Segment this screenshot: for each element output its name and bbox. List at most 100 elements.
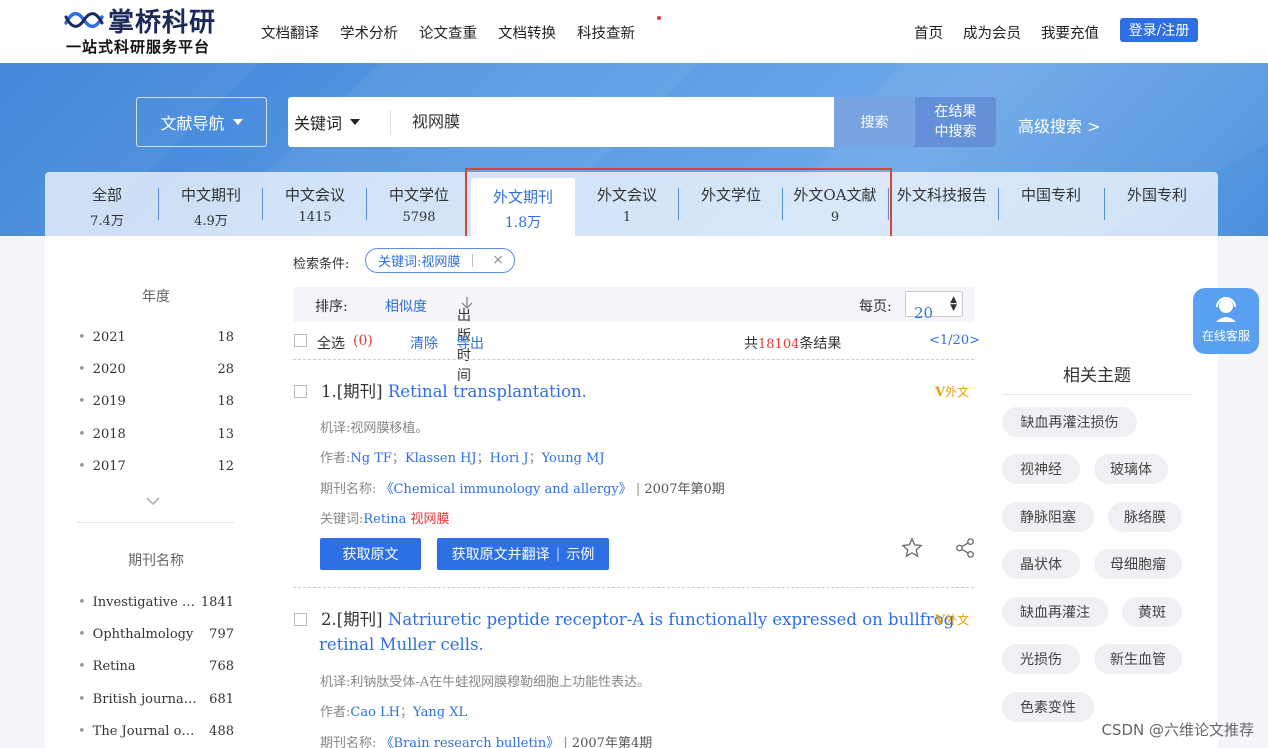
year-filter-item[interactable]: • 2020 28 xyxy=(78,362,234,377)
year-filter-item[interactable]: • 2018 13 xyxy=(78,427,234,442)
journal-link[interactable]: 《Chemical immunology and allergy》 xyxy=(381,482,632,497)
total-suffix: 条结果 xyxy=(799,336,842,352)
literature-nav-button[interactable]: 文献导航 xyxy=(136,97,267,147)
result-title[interactable]: 1.[期刊] Retinal transplantation. xyxy=(321,379,587,404)
result-title-link[interactable]: retinal Muller cells. xyxy=(319,635,484,654)
sort-relevance[interactable]: 相似度 xyxy=(385,296,427,316)
online-service-button[interactable]: 在线客服 xyxy=(1193,288,1259,354)
topic-tag[interactable]: 静脉阻塞 xyxy=(1002,502,1094,532)
result-checkbox[interactable] xyxy=(294,385,307,398)
right-nav: 首页 成为会员 我要充值 xyxy=(914,22,1119,43)
journal-filter-item[interactable]: • Investigative … 1841 xyxy=(78,595,234,610)
pagination[interactable]: <1/20> xyxy=(929,333,980,348)
get-fulltext-button[interactable]: 获取原文 xyxy=(320,538,421,570)
search-field-select[interactable]: 关键词 xyxy=(294,97,361,147)
topic-tag[interactable]: 玻璃体 xyxy=(1094,454,1168,484)
foreign-badge-label: 外文 xyxy=(945,385,970,399)
keyword-highlight[interactable]: 视网膜 xyxy=(411,512,450,527)
author-link[interactable]: Yang XL xyxy=(413,705,467,720)
result-title-link[interactable]: Natriuretic peptide receptor-A is functi… xyxy=(388,610,954,629)
topic-tag[interactable]: 缺血再灌注损伤 xyxy=(1002,407,1137,437)
result-index: 2.[期刊] xyxy=(321,610,383,629)
year-filter-item[interactable]: • 2019 18 xyxy=(78,394,234,409)
issue: 2007年第4期 xyxy=(571,736,653,748)
nav-novelty-search[interactable]: 科技查新 xyxy=(577,16,661,43)
search-in-results-button[interactable]: 在结果 中搜索 xyxy=(915,97,996,147)
year-label: 2017 xyxy=(92,459,126,474)
search-field-label: 关键词 xyxy=(294,114,343,133)
topic-tag[interactable]: 视神经 xyxy=(1002,454,1080,484)
logo-name: 掌桥科研 xyxy=(108,7,217,38)
topic-tag[interactable]: 光损伤 xyxy=(1002,644,1080,674)
tab-cn-patent[interactable]: 中国专利 xyxy=(999,172,1103,236)
select-all-label[interactable]: 全选 xyxy=(317,333,345,353)
result-authors: 作者:Cao LH；Yang XL xyxy=(320,705,468,720)
journal-count: 797 xyxy=(209,627,234,642)
tab-all[interactable]: 全部 7.4万 xyxy=(55,172,159,236)
select-all-checkbox[interactable] xyxy=(294,334,307,347)
journal-filter-item[interactable]: • British journa… 681 xyxy=(78,692,234,707)
result-translation: 机译:视网膜移植。 xyxy=(320,417,428,436)
sort-publish-date[interactable]: 出版时间 xyxy=(457,296,473,384)
nav-academic-analysis[interactable]: 学术分析 xyxy=(340,22,398,43)
search-button[interactable]: 搜索 xyxy=(834,97,915,147)
topic-tag[interactable]: 缺血再灌注 xyxy=(1002,597,1108,627)
condition-chip[interactable]: 关键词:视网膜 | × xyxy=(365,248,515,273)
tab-foreign-tech-report[interactable]: 外文科技报告 xyxy=(889,172,995,236)
advanced-search-link[interactable]: 高级搜索 > xyxy=(1018,113,1101,137)
search-input[interactable]: 视网膜 xyxy=(412,97,460,147)
topic-tag[interactable]: 母细胞瘤 xyxy=(1094,549,1182,579)
get-fulltext-translate-button[interactable]: 获取原文并翻译 | 示例 xyxy=(437,538,609,570)
topic-tag[interactable]: 黄斑 xyxy=(1122,597,1182,627)
author-link[interactable]: Klassen HJ xyxy=(405,451,477,466)
year-label: 2019 xyxy=(92,394,126,409)
sort-label: 排序: xyxy=(315,299,348,315)
sort-bar: 排序: 相似度 出版时间 每页: 20 ▲ ▼ xyxy=(293,287,974,384)
bullet-icon: • xyxy=(78,627,86,642)
author-link[interactable]: Ng TF xyxy=(350,451,392,466)
result-title-link[interactable]: Retinal transplantation. xyxy=(388,382,587,401)
result-checkbox[interactable] xyxy=(294,613,307,626)
topic-tag[interactable]: 新生血管 xyxy=(1094,644,1182,674)
topic-tag[interactable]: 脉络膜 xyxy=(1108,502,1182,532)
nav-doc-translate[interactable]: 文档翻译 xyxy=(261,22,319,43)
topic-tag[interactable]: 晶状体 xyxy=(1002,549,1080,579)
bullet-icon: • xyxy=(78,659,86,674)
per-page-select[interactable]: 20 ▲ ▼ xyxy=(905,291,963,322)
result-journal: 期刊名称: 《Brain research bulletin》 | 2007年第… xyxy=(320,732,652,748)
btn-divider: | xyxy=(555,546,561,562)
result-title-cont[interactable]: retinal Muller cells. xyxy=(319,632,484,657)
nav-recharge[interactable]: 我要充值 xyxy=(1041,22,1099,43)
close-icon[interactable]: × xyxy=(492,252,504,268)
year-filter-item[interactable]: • 2021 18 xyxy=(78,330,234,345)
result-title[interactable]: 2.[期刊] Natriuretic peptide receptor-A is… xyxy=(321,607,954,632)
keyword-link[interactable]: Retina xyxy=(363,512,406,527)
tab-cn-journal[interactable]: 中文期刊 4.9万 xyxy=(159,172,263,236)
chevron-down-icon[interactable] xyxy=(146,494,160,508)
topic-tag[interactable]: 色素变性 xyxy=(1002,692,1094,722)
login-register-button[interactable]: 登录/注册 xyxy=(1120,18,1198,42)
journal-filter-item[interactable]: • Retina 768 xyxy=(78,659,234,674)
tab-cn-degree[interactable]: 中文学位 5798 xyxy=(367,172,471,236)
nav-plagiarism-check[interactable]: 论文查重 xyxy=(419,22,477,43)
journal-filter-item[interactable]: • The Journal o… 488 xyxy=(78,724,234,739)
year-filter-item[interactable]: • 2017 12 xyxy=(78,459,234,474)
share-icon[interactable] xyxy=(954,537,976,559)
site-logo[interactable]: 掌桥科研 一站式科研服务平台 xyxy=(64,4,224,58)
journal-link[interactable]: 《Brain research bulletin》 xyxy=(381,736,560,748)
journal-filter-item[interactable]: • Ophthalmology 797 xyxy=(78,627,234,642)
nav-membership[interactable]: 成为会员 xyxy=(963,22,1021,43)
bullet-icon: • xyxy=(78,595,86,610)
author-link[interactable]: Young MJ xyxy=(542,451,605,466)
tab-cn-conference[interactable]: 中文会议 1415 xyxy=(263,172,367,236)
export-link[interactable]: 导出 xyxy=(456,333,484,353)
tab-foreign-patent[interactable]: 外国专利 xyxy=(1105,172,1209,236)
foreign-badge: V外文 xyxy=(935,385,970,400)
author-link[interactable]: Hori J xyxy=(490,451,529,466)
year-count: 18 xyxy=(217,330,234,345)
nav-doc-convert[interactable]: 文档转换 xyxy=(498,22,556,43)
author-link[interactable]: Cao LH xyxy=(350,705,400,720)
nav-home[interactable]: 首页 xyxy=(914,22,943,43)
clear-link[interactable]: 清除 xyxy=(410,333,438,353)
star-icon[interactable] xyxy=(901,537,923,559)
